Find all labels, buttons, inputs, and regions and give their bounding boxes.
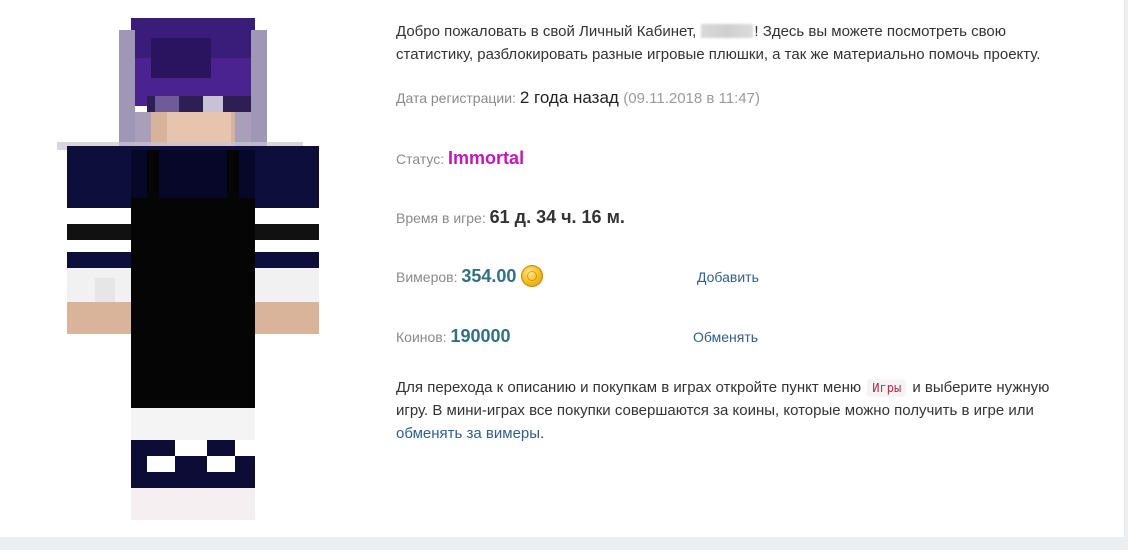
exchange-coins-link[interactable]: Обменять	[693, 329, 758, 345]
registration-row: Дата регистрации: 2 года назад (09.11.20…	[396, 88, 760, 108]
games-menu-tag: Игры	[867, 379, 907, 397]
playtime-row: Время в игре: 61 д. 34 ч. 16 м.	[396, 207, 625, 228]
bottom-bar	[0, 537, 1128, 550]
note-text-1: Для перехода к описанию и покупкам в игр…	[396, 379, 866, 396]
exchange-for-vimers-link[interactable]: обменять за вимеры	[396, 425, 540, 442]
gold-coin-icon	[521, 265, 544, 287]
vimers-value: 354.00	[461, 266, 517, 286]
coins-value: 190000	[450, 326, 511, 346]
playtime-value: 61 д. 34 ч. 16 м.	[489, 207, 625, 227]
blurred-username	[701, 24, 754, 38]
welcome-text: Добро пожаловать в свой Личный Кабинет, …	[396, 20, 1086, 66]
add-vimers-link[interactable]: Добавить	[697, 269, 759, 285]
registration-exact: (09.11.2018 в 11:47)	[623, 90, 760, 107]
registration-label: Дата регистрации:	[396, 90, 520, 106]
vimers-label: Вимеров:	[396, 269, 462, 285]
player-skin-image	[55, 18, 319, 522]
playtime-label: Время в игре:	[396, 210, 490, 226]
status-value: Immortal	[448, 148, 525, 168]
profile-info: Добро пожаловать в свой Личный Кабинет, …	[396, 20, 1086, 442]
registration-relative: 2 года назад	[519, 88, 619, 107]
status-row: Статус: Immortal	[396, 148, 524, 169]
cabinet-panel: Добро пожаловать в свой Личный Кабинет, …	[0, 0, 1125, 537]
vimers-row: Вимеров: 354.00 Добавить	[396, 265, 1086, 287]
coins-label: Коинов:	[396, 329, 451, 345]
coins-row: Коинов: 190000 Обменять	[396, 326, 1086, 347]
note-text-3: .	[540, 425, 545, 442]
games-note: Для перехода к описанию и покупкам в игр…	[396, 376, 1076, 445]
status-label: Статус:	[396, 151, 449, 167]
welcome-prefix: Добро пожаловать в свой Личный Кабинет,	[396, 23, 701, 40]
